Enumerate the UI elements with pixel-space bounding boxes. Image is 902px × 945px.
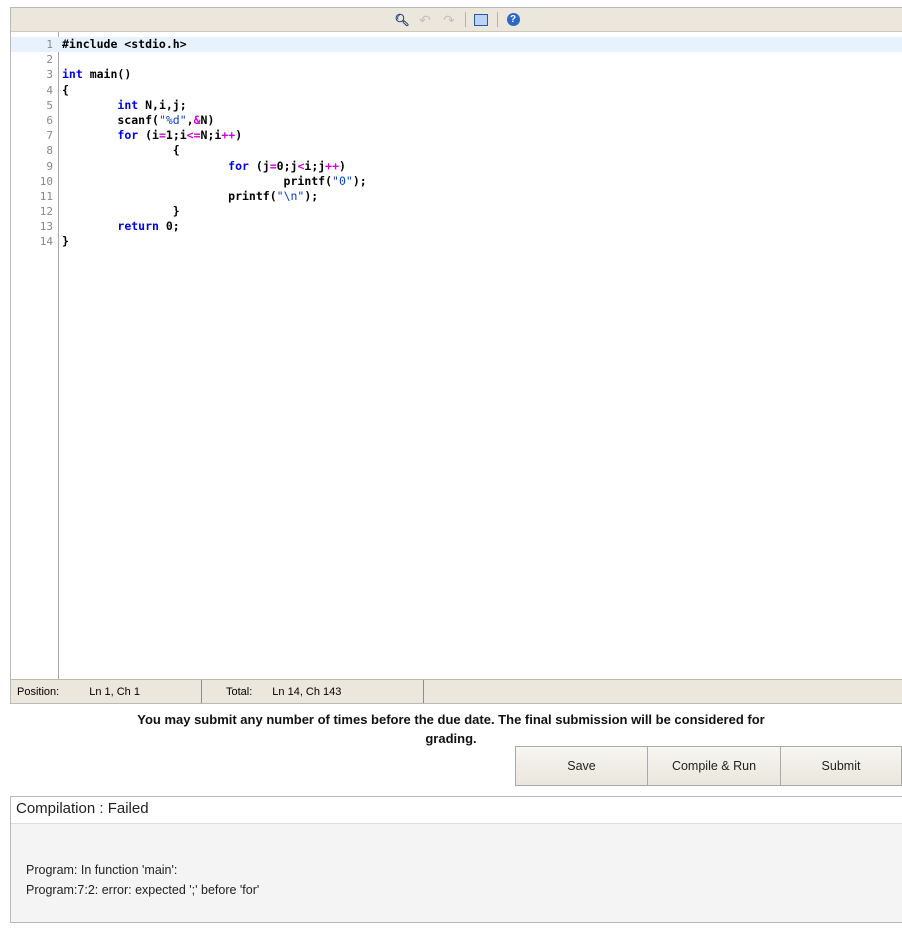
code-text[interactable]: } (62, 234, 69, 249)
code-line[interactable]: 3 int main() (11, 67, 902, 82)
compilation-output: Program: In function 'main': Program:7:2… (11, 824, 902, 900)
code-line[interactable]: 9 for (j=0;j<i;j++) (11, 159, 902, 174)
line-number: 9 (46, 159, 53, 173)
fullscreen-icon[interactable] (473, 11, 490, 28)
code-text[interactable]: for (j=0;j<i;j++) (62, 159, 346, 174)
total-value: Ln 14, Ch 143 (272, 685, 342, 698)
line-number: 3 (46, 68, 53, 82)
line-number: 11 (39, 189, 53, 203)
code-line[interactable]: 4{ (11, 83, 902, 98)
status-position: Position: Ln 1, Ch 1 (11, 680, 202, 703)
code-text[interactable]: scanf("%d",&N) (62, 113, 214, 128)
code-line[interactable]: 11 printf("\n"); (11, 189, 902, 204)
submit-button[interactable]: Submit (781, 746, 902, 786)
save-button[interactable]: Save (515, 746, 648, 786)
editor-statusbar: Position: Ln 1, Ch 1 Total: Ln 14, Ch 14… (11, 679, 902, 703)
line-number: 5 (46, 98, 53, 112)
code-line[interactable]: 5 int N,i,j; (11, 98, 902, 113)
code-editor[interactable]: 🔍︎ ↶ ↷ ? 1 #include <stdio.h> 2 3 int main()… (10, 7, 902, 704)
line-number: 2 (46, 53, 53, 67)
line-number: 10 (39, 174, 53, 188)
line-number: 12 (39, 205, 53, 219)
code-area[interactable]: 1 #include <stdio.h> 2 3 int main() 4{5 int N… (11, 32, 902, 679)
action-buttons: Save Compile & Run Submit (515, 746, 902, 786)
code-lines[interactable]: 1 #include <stdio.h> 2 3 int main() 4{5 int N… (11, 37, 902, 250)
code-text[interactable]: int main() (62, 67, 131, 82)
compilation-result-panel: Compilation : Failed Program: In functio… (10, 796, 902, 923)
code-text[interactable]: } (62, 204, 180, 219)
code-line[interactable]: 12 } (11, 204, 902, 219)
compile-run-button[interactable]: Compile & Run (648, 746, 781, 786)
compilation-status: Compilation : Failed (11, 797, 902, 824)
code-text[interactable]: { (62, 143, 180, 158)
submission-notice: You may submit any number of times befor… (0, 710, 902, 748)
line-number: 14 (39, 235, 53, 249)
line-number: 4 (46, 83, 53, 97)
code-line[interactable]: 13 return 0; (11, 219, 902, 234)
line-number: 7 (46, 129, 53, 143)
output-line: Program: In function 'main': (26, 863, 178, 877)
position-value: Ln 1, Ch 1 (89, 685, 140, 698)
help-icon[interactable]: ? (505, 11, 522, 28)
code-text[interactable]: int N,i,j; (62, 98, 186, 113)
total-label: Total: (226, 685, 253, 698)
code-text[interactable]: { (62, 83, 69, 98)
redo-icon[interactable]: ↷ (441, 11, 458, 28)
code-text[interactable]: for (i=1;i<=N;i++) (62, 128, 242, 143)
find-icon[interactable]: 🔍︎ (393, 11, 409, 28)
code-line[interactable]: 10 printf("0"); (11, 174, 902, 189)
line-number: 8 (46, 144, 53, 158)
line-number: 1 (46, 38, 53, 51)
code-line[interactable]: 7 for (i=1;i<=N;i++) (11, 128, 902, 143)
code-text[interactable]: return 0; (62, 219, 179, 234)
editor-toolbar: 🔍︎ ↶ ↷ ? (11, 8, 902, 32)
code-text[interactable]: printf("\n"); (62, 189, 318, 204)
toolbar-divider (464, 12, 466, 27)
status-total: Total: Ln 14, Ch 143 (202, 680, 424, 703)
toolbar-divider (496, 12, 498, 27)
line-number: 13 (39, 220, 53, 234)
undo-icon[interactable]: ↶ (417, 11, 434, 28)
code-line[interactable]: 8 { (11, 143, 902, 158)
position-label: Position: (17, 685, 60, 698)
output-line: Program:7:2: error: expected ';' before … (26, 883, 260, 897)
line-number: 6 (46, 113, 53, 127)
code-line[interactable]: 14} (11, 234, 902, 249)
notice-line-1: You may submit any number of times befor… (137, 712, 765, 727)
code-line[interactable]: 2 (11, 52, 902, 67)
code-text[interactable]: #include <stdio.h> (62, 37, 187, 52)
code-line[interactable]: 1 #include <stdio.h> (11, 37, 902, 53)
code-line[interactable]: 6 scanf("%d",&N) (11, 113, 902, 128)
code-text[interactable]: printf("0"); (62, 174, 367, 189)
